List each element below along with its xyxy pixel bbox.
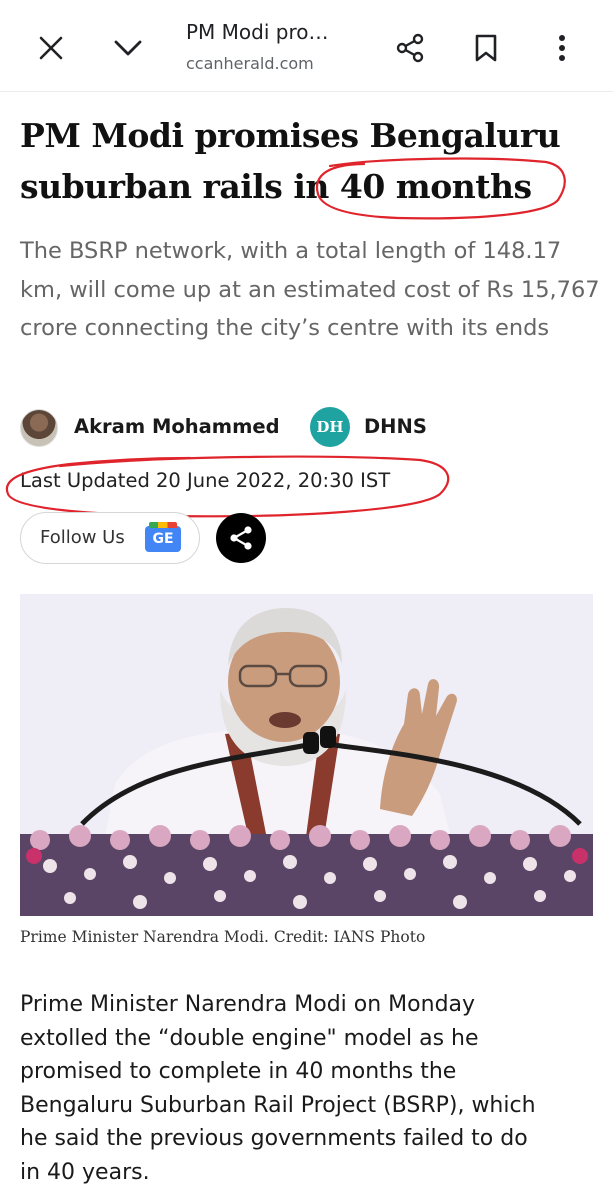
follow-us-button[interactable]: Follow Us GE bbox=[20, 512, 200, 564]
article-photo[interactable] bbox=[20, 594, 593, 916]
body-line: Prime Minister Narendra Modi on Monday bbox=[20, 992, 476, 1017]
share-button[interactable] bbox=[386, 24, 434, 72]
photo-caption: Prime Minister Narendra Modi. Credit: IA… bbox=[20, 928, 426, 946]
follow-us-label: Follow Us bbox=[40, 527, 125, 548]
more-vert-icon bbox=[559, 35, 565, 61]
more-options-button[interactable] bbox=[538, 24, 586, 72]
body-line: Bengaluru Suburban Rail Project (BSRP), … bbox=[20, 1092, 536, 1118]
share-icon bbox=[396, 33, 424, 63]
body-line: he said the previous governments failed … bbox=[20, 1126, 528, 1151]
close-button[interactable] bbox=[27, 24, 75, 72]
headline-line-1: PM Modi promises Bengaluru bbox=[20, 116, 561, 155]
last-updated: Last Updated 20 June 2022, 20:30 IST bbox=[20, 469, 391, 492]
body-line: extolled the “double engine" model as he bbox=[20, 1025, 479, 1051]
page-url[interactable]: ccanherald.com bbox=[186, 54, 366, 73]
article-share-button[interactable] bbox=[216, 513, 266, 563]
article-headline: PM Modi promises Bengaluru suburban rail… bbox=[20, 110, 600, 212]
dh-logo[interactable]: DH bbox=[310, 407, 350, 447]
body-line: in 40 years. bbox=[20, 1159, 150, 1185]
body-line: promised to complete in 40 months the bbox=[20, 1059, 457, 1084]
google-news-icon: GE bbox=[145, 522, 181, 552]
author-name[interactable]: Akram Mohammed bbox=[74, 415, 280, 438]
article-summary: The BSRP network, with a total length of… bbox=[20, 238, 600, 341]
agency-name[interactable]: DHNS bbox=[364, 415, 427, 438]
headline-line-2: suburban rails in 40 months bbox=[20, 167, 532, 206]
author-avatar[interactable] bbox=[20, 409, 58, 447]
share-icon bbox=[230, 526, 252, 550]
byline: Akram Mohammed DH DHNS bbox=[20, 405, 600, 451]
article-body: Prime Minister Narendra Modi on Monday e… bbox=[20, 988, 600, 1189]
collapse-button[interactable] bbox=[104, 24, 152, 72]
page-title[interactable]: PM Modi pro… bbox=[186, 20, 366, 44]
bookmark-icon bbox=[475, 34, 497, 62]
bookmark-button[interactable] bbox=[462, 24, 510, 72]
chevron-down-icon bbox=[114, 40, 142, 56]
photo-illustration bbox=[20, 594, 593, 916]
browser-toolbar: PM Modi pro… ccanherald.com bbox=[0, 0, 613, 92]
close-icon bbox=[39, 36, 63, 60]
